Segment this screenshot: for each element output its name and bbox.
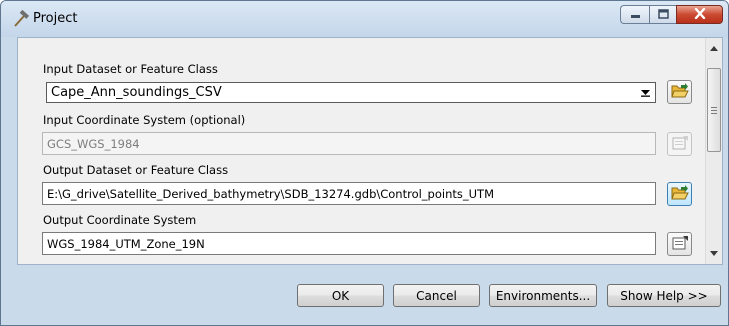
properties-icon [671, 235, 689, 254]
input-coordinate-system-field: GCS_WGS_1984 [42, 132, 656, 155]
input-dataset-label: Input Dataset or Feature Class [43, 62, 218, 76]
output-coordinate-system-properties-button[interactable] [667, 232, 692, 256]
input-coordinate-system-label: Input Coordinate System (optional) [43, 113, 246, 127]
window-title: Project [33, 11, 78, 26]
scroll-up-icon[interactable] [706, 40, 722, 57]
maximize-icon [657, 8, 669, 22]
close-button[interactable] [676, 5, 723, 24]
grip-line [711, 113, 717, 114]
output-dataset-label: Output Dataset or Feature Class [43, 163, 229, 177]
hammer-icon [12, 9, 30, 28]
scrollbar-thumb[interactable] [707, 68, 721, 152]
cancel-button[interactable]: Cancel [393, 284, 480, 307]
caption-buttons [620, 5, 723, 25]
close-icon [694, 7, 706, 22]
output-dataset-browse-button[interactable] [667, 182, 692, 206]
parameters-form: Input Dataset or Feature Class Cape_Ann_… [18, 38, 706, 264]
parameters-panel: Input Dataset or Feature Class Cape_Ann_… [17, 37, 723, 265]
environments-button[interactable]: Environments... [489, 284, 597, 307]
open-folder-icon [670, 82, 689, 102]
output-coordinate-system-field[interactable]: WGS_1984_UTM_Zone_19N [42, 232, 656, 255]
input-coordinate-system-properties-button [667, 132, 692, 156]
minimize-icon [630, 8, 641, 22]
input-dataset-combo[interactable]: Cape_Ann_soundings_CSV [46, 82, 656, 103]
output-coordinate-system-label: Output Coordinate System [43, 213, 197, 227]
bottom-frame [1, 319, 728, 325]
grip-line [711, 107, 717, 108]
properties-icon [671, 135, 689, 154]
show-help-button[interactable]: Show Help >> [607, 284, 721, 307]
open-folder-icon [670, 184, 689, 204]
output-dataset-field[interactable]: E:\G_drive\Satellite_Derived_bathymetry\… [42, 182, 656, 205]
input-dataset-browse-button[interactable] [667, 80, 692, 104]
ok-button[interactable]: OK [297, 284, 384, 307]
maximize-button[interactable] [649, 5, 676, 24]
grip-line [711, 110, 717, 111]
scroll-down-icon[interactable] [706, 245, 722, 262]
minimize-button[interactable] [620, 5, 649, 24]
chevron-down-icon[interactable] [637, 84, 654, 101]
title-bar[interactable]: Project [1, 1, 728, 37]
vertical-scrollbar[interactable] [705, 38, 722, 264]
project-dialog: Project Input Dataset or Feature Class C… [0, 0, 729, 326]
input-dataset-value: Cape_Ann_soundings_CSV [51, 85, 222, 100]
